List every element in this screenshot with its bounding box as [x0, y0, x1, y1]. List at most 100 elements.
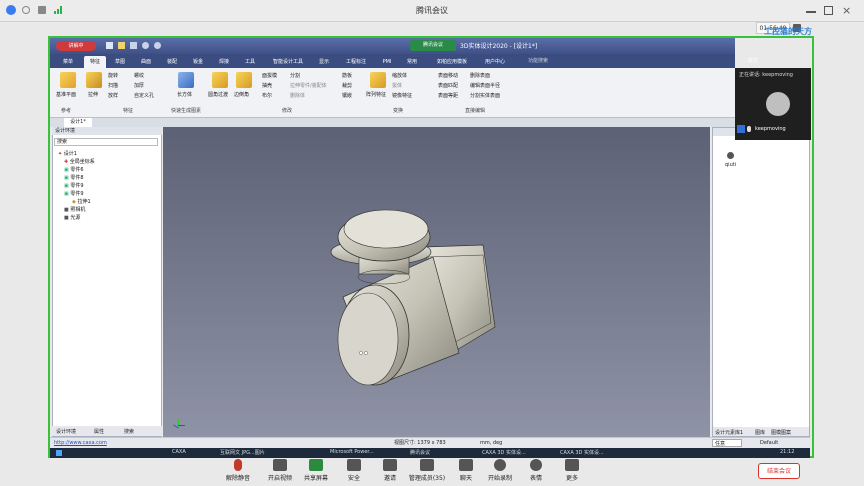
rib-button[interactable]: 筋板 — [342, 72, 352, 79]
tree-item-part9a[interactable]: ▣ 零件9 — [64, 182, 84, 189]
taskbar-app-caxa3d-2[interactable]: CAXA 3D 实体设... — [560, 449, 604, 456]
mirror-button[interactable]: 镜像特征 — [392, 92, 412, 99]
tab-sheetmetal[interactable]: 钣金 — [188, 56, 208, 68]
open-file-icon[interactable] — [118, 42, 125, 49]
unmute-button[interactable]: 解除静音 — [220, 459, 256, 482]
save-icon[interactable] — [130, 42, 137, 49]
library-item-qiuti[interactable]: qiuti — [725, 162, 736, 168]
tab-pmi[interactable]: PMI — [378, 56, 396, 68]
tree-item-global-cs[interactable]: ✚ 全局坐标系 — [64, 158, 95, 165]
redo-icon[interactable] — [154, 42, 161, 49]
shell-button[interactable]: 抽壳 — [262, 82, 272, 89]
pattern-button[interactable]: 阵列特征 — [366, 91, 386, 98]
thread-button[interactable]: 螺纹 — [134, 72, 144, 79]
record-button[interactable]: 开始录制 — [482, 459, 518, 482]
new-file-icon[interactable] — [106, 42, 113, 49]
reactions-button[interactable]: 表情 — [518, 459, 554, 482]
tab-annotation[interactable]: 工程标注 — [340, 56, 372, 68]
tree-search-box[interactable]: 搜索 — [54, 138, 158, 146]
function-search[interactable]: 功能搜索 — [528, 56, 588, 67]
extrude-icon[interactable] — [86, 72, 102, 88]
tab-tools[interactable]: 工具 — [240, 56, 260, 68]
sphere-icon[interactable] — [727, 152, 734, 159]
end-meeting-button[interactable]: 结束会议 — [758, 463, 800, 479]
close-icon[interactable]: × — [842, 4, 851, 17]
manage-members-button[interactable]: 管理成员(35) — [402, 459, 452, 482]
tab-pattern[interactable]: 图模图案 — [771, 429, 791, 436]
taskbar-app-powerpoint[interactable]: Microsoft Power... — [330, 449, 374, 455]
chamfer-icon[interactable] — [236, 72, 252, 88]
boolean-button[interactable]: 布尔 — [262, 92, 272, 99]
tree-item-light[interactable]: ■ 光源 — [64, 214, 80, 221]
share-screen-button[interactable]: 共享屏幕 — [298, 459, 334, 482]
start-video-button[interactable]: 开启视频 — [262, 459, 298, 482]
tab-assembly[interactable]: 装配 — [162, 56, 182, 68]
tree-item-part8[interactable]: ▣ 零件8 — [64, 174, 84, 181]
tab-search[interactable]: 搜索 — [124, 428, 134, 435]
pull-body-button[interactable]: 拔体 — [392, 82, 402, 89]
match-face-button[interactable]: 表面匹配 — [438, 82, 458, 89]
tree-item-part9b[interactable]: ▣ 零件9 — [64, 190, 84, 197]
custom-hole-button[interactable]: 自定义孔 — [134, 92, 154, 99]
draft-button[interactable]: 面拔模 — [262, 72, 277, 79]
maximize-icon[interactable] — [824, 6, 833, 15]
security-icon[interactable] — [38, 6, 46, 14]
datum-plane-icon[interactable] — [60, 72, 76, 88]
tab-user-center[interactable]: 用户中心 — [480, 56, 510, 68]
chat-button[interactable]: 聊天 — [448, 459, 484, 482]
tab-sketch[interactable]: 草图 — [110, 56, 130, 68]
emboss-button[interactable]: 镶嵌 — [342, 92, 352, 99]
tab-menu[interactable]: 菜单 — [58, 56, 78, 68]
edit-face-radius-button[interactable]: 编辑表面半径 — [470, 82, 500, 89]
style-menu[interactable]: 样式 — [748, 57, 768, 64]
offset-face-button[interactable]: 表面等距 — [438, 92, 458, 99]
tab-features[interactable]: 特征 — [84, 56, 106, 68]
box-icon[interactable] — [178, 72, 194, 88]
tab-properties[interactable]: 属性 — [94, 428, 104, 435]
tab-display[interactable]: 显示 — [314, 56, 334, 68]
taskbar-app-images[interactable]: 互联网文 JPG...图片 — [220, 449, 265, 456]
revolve-button[interactable]: 旋转 — [108, 72, 118, 79]
delete-face-button[interactable]: 删除表面 — [470, 72, 490, 79]
box-button[interactable]: 长方体 — [177, 91, 192, 98]
tree-item-part6[interactable]: ▣ 零件6 — [64, 166, 84, 173]
undo-icon[interactable] — [142, 42, 149, 49]
taskbar-app-caxa3d-1[interactable]: CAXA 3D 实体设... — [482, 449, 526, 456]
tab-design-library[interactable]: 设计元素库1 — [715, 429, 743, 436]
split-button[interactable]: 分割 — [290, 72, 300, 79]
loft-button[interactable]: 放样 — [108, 92, 118, 99]
delete-body-button[interactable]: 删除体 — [290, 92, 305, 99]
move-face-button[interactable]: 表面移动 — [438, 72, 458, 79]
fillet-icon[interactable] — [212, 72, 228, 88]
tree-item-extrude1[interactable]: ◆ 拉伸1 — [72, 198, 91, 205]
pattern-icon[interactable] — [370, 72, 386, 88]
datum-plane-button[interactable]: 基准平面 — [56, 91, 76, 98]
more-button[interactable]: 更多 — [554, 459, 590, 482]
fillet-button[interactable]: 圆角过渡 — [208, 91, 228, 98]
tab-templates[interactable]: 如帕应用模板 — [428, 56, 476, 68]
minimize-icon[interactable] — [806, 11, 816, 13]
sweep-button[interactable]: 扫描 — [108, 82, 118, 89]
filter-dropdown[interactable]: 任意 — [712, 439, 742, 447]
trim-button[interactable]: 裁剪 — [342, 82, 352, 89]
tree-item-design1[interactable]: ✦ 设计1 — [58, 150, 77, 157]
tab-smart-design[interactable]: 智能设计工具 — [266, 56, 310, 68]
extrude-button[interactable]: 拉伸 — [88, 91, 98, 98]
tab-gallery[interactable]: 图库 — [755, 429, 765, 436]
windows-start-icon[interactable] — [56, 450, 62, 456]
taskbar-app-caxa[interactable]: CAXA — [172, 449, 186, 455]
extrude-part-button[interactable]: 拉伸零件/装配体 — [290, 82, 327, 89]
info-icon[interactable] — [22, 6, 30, 14]
thicken-button[interactable]: 加厚 — [134, 82, 144, 89]
tree-item-camera[interactable]: ■ 照相机 — [64, 206, 85, 213]
tab-design-env[interactable]: 设计环境 — [56, 428, 76, 435]
tab-surface[interactable]: 曲面 — [136, 56, 156, 68]
tab-welding[interactable]: 焊接 — [214, 56, 234, 68]
3d-viewport[interactable] — [163, 127, 710, 437]
tab-common[interactable]: 常用 — [402, 56, 422, 68]
split-solid-face-button[interactable]: 分割实体表面 — [470, 92, 500, 99]
doc-tab-design1[interactable]: 设计1* — [64, 118, 92, 127]
chamfer-button[interactable]: 边倒角 — [234, 91, 249, 98]
taskbar-app-tencent[interactable]: 腾讯会议 — [410, 449, 430, 456]
security-button[interactable]: 安全 — [336, 459, 372, 482]
